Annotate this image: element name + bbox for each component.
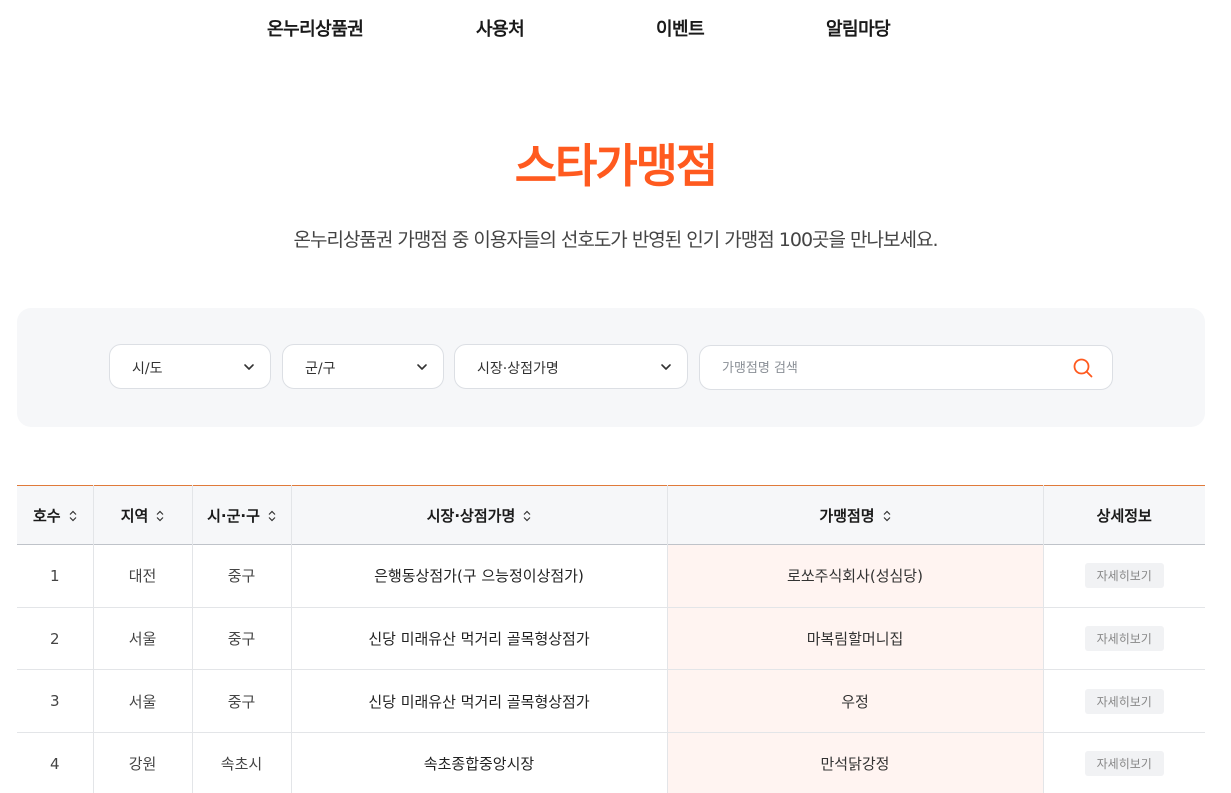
detail-button[interactable]: 자세히보기 bbox=[1084, 626, 1164, 652]
cell-detail: 자세히보기 bbox=[1043, 607, 1205, 670]
chevron-down-icon bbox=[417, 364, 427, 370]
sort-icon bbox=[523, 510, 531, 522]
cell-detail: 자세히보기 bbox=[1043, 670, 1205, 733]
cell-market: 신당 미래유산 먹거리 골목형상점가 bbox=[291, 607, 668, 670]
sort-icon bbox=[69, 510, 76, 522]
cell-district: 속초시 bbox=[192, 732, 292, 793]
cell-no: 4 bbox=[17, 732, 94, 793]
table-row: 2 서울 중구 신당 미래유산 먹거리 골목형상점가 마복림할머니집 자세히보기 bbox=[17, 607, 1205, 670]
star-store-table-wrap: 호수 지역 시·군·구 시장·상점가명 가맹점명 상세정보 1 대전 중구 은행… bbox=[17, 485, 1205, 793]
star-store-table: 호수 지역 시·군·구 시장·상점가명 가맹점명 상세정보 1 대전 중구 은행… bbox=[17, 485, 1205, 793]
col-header-store[interactable]: 가맹점명 bbox=[667, 485, 1044, 545]
cell-no: 3 bbox=[17, 669, 94, 733]
nav-item-onnuri-voucher[interactable]: 온누리상품권 bbox=[267, 15, 364, 41]
search-filter-panel: 시/도 군/구 시장·상점가명 bbox=[17, 308, 1205, 427]
gungu-select-label: 군/구 bbox=[305, 361, 336, 377]
nav-item-notices[interactable]: 알림마당 bbox=[826, 15, 891, 41]
table-row: 1 대전 중구 은행동상점가(구 으능정이상점가) 로쏘주식회사(성심당) 자세… bbox=[17, 544, 1205, 608]
col-header-region[interactable]: 지역 bbox=[93, 485, 193, 545]
col-header-detail: 상세정보 bbox=[1043, 486, 1205, 545]
cell-region: 서울 bbox=[93, 607, 193, 670]
page-description: 온누리상품권 가맹점 중 이용자들의 선호도가 반영된 인기 가맹점 100곳을… bbox=[293, 229, 939, 251]
market-select[interactable]: 시장·상점가명 bbox=[454, 344, 688, 389]
table-row: 3 서울 중구 신당 미래유산 먹거리 골목형상점가 우정 자세히보기 bbox=[17, 669, 1205, 733]
cell-region: 강원 bbox=[93, 732, 193, 793]
cell-market: 속초종합중앙시장 bbox=[291, 732, 668, 793]
sort-icon bbox=[156, 510, 164, 522]
col-header-label: 상세정보 bbox=[1096, 506, 1152, 525]
cell-store: 만석닭강정 bbox=[667, 732, 1044, 793]
table-row: 4 강원 속초시 속초종합중앙시장 만석닭강정 자세히보기 bbox=[17, 732, 1205, 793]
store-search-input[interactable] bbox=[722, 357, 1052, 379]
detail-button[interactable]: 자세히보기 bbox=[1084, 688, 1164, 714]
cell-detail: 자세히보기 bbox=[1043, 545, 1205, 608]
col-header-label: 호수 bbox=[32, 506, 61, 525]
cell-district: 중구 bbox=[192, 607, 292, 670]
col-header-label: 지역 bbox=[120, 506, 149, 525]
cell-store: 마복림할머니집 bbox=[667, 607, 1044, 670]
sido-select-label: 시/도 bbox=[132, 361, 163, 377]
search-icon[interactable] bbox=[1072, 357, 1094, 379]
col-header-no[interactable]: 호수 bbox=[17, 485, 94, 545]
col-header-label: 가맹점명 bbox=[819, 506, 875, 525]
chevron-down-icon bbox=[244, 364, 254, 370]
cell-market: 신당 미래유산 먹거리 골목형상점가 bbox=[291, 669, 668, 733]
cell-region: 서울 bbox=[93, 669, 193, 733]
nav-item-usage-places[interactable]: 사용처 bbox=[476, 15, 525, 41]
col-header-label: 시·군·구 bbox=[207, 506, 260, 525]
col-header-market[interactable]: 시장·상점가명 bbox=[291, 485, 668, 545]
cell-store: 우정 bbox=[667, 669, 1044, 733]
table-header-row: 호수 지역 시·군·구 시장·상점가명 가맹점명 상세정보 bbox=[17, 485, 1205, 545]
market-select-label: 시장·상점가명 bbox=[477, 361, 559, 377]
cell-district: 중구 bbox=[192, 669, 292, 733]
cell-no: 1 bbox=[17, 544, 94, 608]
col-header-label: 시장·상점가명 bbox=[426, 506, 516, 525]
nav-item-events[interactable]: 이벤트 bbox=[656, 15, 705, 41]
gungu-select[interactable]: 군/구 bbox=[282, 344, 444, 389]
sort-icon bbox=[268, 510, 276, 522]
store-search-box bbox=[699, 345, 1113, 390]
cell-district: 중구 bbox=[192, 544, 292, 608]
sido-select[interactable]: 시/도 bbox=[109, 344, 271, 389]
cell-detail: 자세히보기 bbox=[1043, 733, 1205, 793]
global-nav: 온누리상품권 사용처 이벤트 알림마당 bbox=[0, 0, 1231, 56]
cell-region: 대전 bbox=[93, 544, 193, 608]
detail-button[interactable]: 자세히보기 bbox=[1084, 751, 1164, 777]
sort-icon bbox=[883, 510, 891, 522]
col-header-district[interactable]: 시·군·구 bbox=[192, 485, 292, 545]
chevron-down-icon bbox=[661, 364, 671, 370]
page-title: 스타가맹점 bbox=[514, 139, 719, 193]
cell-no: 2 bbox=[17, 607, 94, 670]
detail-button[interactable]: 자세히보기 bbox=[1084, 563, 1164, 589]
cell-store: 로쏘주식회사(성심당) bbox=[667, 544, 1044, 608]
cell-market: 은행동상점가(구 으능정이상점가) bbox=[291, 544, 668, 608]
